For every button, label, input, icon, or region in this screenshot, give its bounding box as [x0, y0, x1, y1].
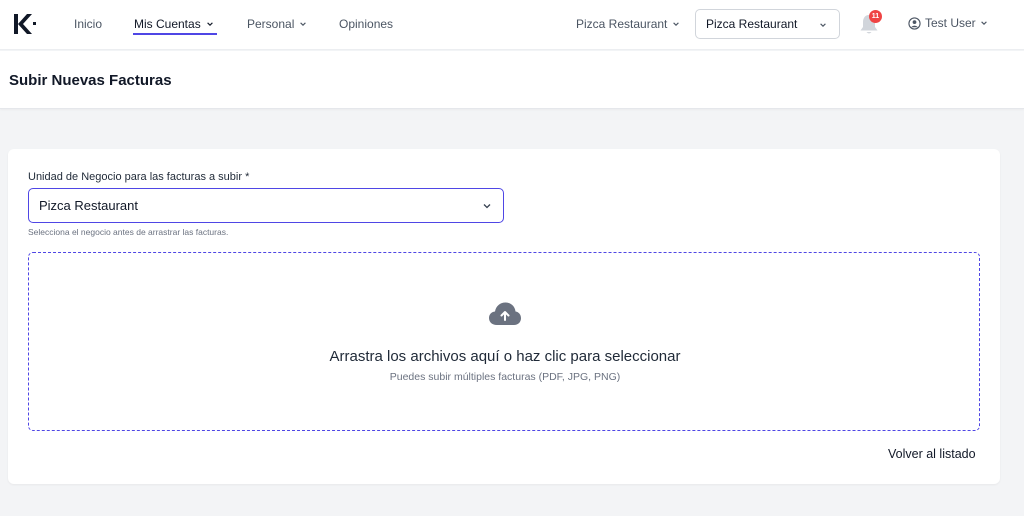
file-dropzone[interactable]: Arrastra los archivos aquí o haz clic pa…	[28, 252, 980, 431]
business-select-value: Pizca Restaurant	[706, 17, 798, 31]
chevron-down-icon	[673, 22, 680, 26]
page-header: Subir Nuevas Facturas	[0, 51, 1024, 109]
chevron-down-icon	[483, 204, 491, 209]
nav-item-mis-cuentas[interactable]: Mis Cuentas	[134, 17, 214, 31]
nav-item-opiniones[interactable]: Opiniones	[339, 17, 393, 31]
chevron-down-icon	[980, 21, 987, 25]
logo-icon[interactable]	[12, 12, 38, 36]
nav-item-personal[interactable]: Personal	[247, 17, 307, 31]
user-menu[interactable]: Test User	[908, 16, 988, 30]
business-select[interactable]: Pizca Restaurant	[695, 9, 840, 39]
dropzone-subtitle: Puedes subir múltiples facturas (PDF, JP…	[389, 371, 621, 383]
business-unit-select-value: Pizca Restaurant	[39, 198, 138, 213]
active-tab-indicator	[133, 33, 217, 35]
chevron-down-icon	[206, 22, 213, 26]
nav-item-inicio[interactable]: Inicio	[74, 17, 102, 31]
page-title: Subir Nuevas Facturas	[9, 72, 172, 89]
business-unit-label: Unidad de Negocio para las facturas a su…	[28, 171, 250, 183]
top-navbar: Inicio Mis Cuentas Personal Opiniones Pi…	[0, 0, 1024, 50]
notification-badge: 11	[869, 10, 882, 23]
restaurant-menu-label: Pizca Restaurant	[576, 17, 668, 31]
cloud-upload-icon	[489, 302, 521, 325]
chevron-down-icon	[820, 23, 826, 27]
nav-item-label: Inicio	[74, 17, 103, 31]
back-to-list-link[interactable]: Volver al listado	[888, 447, 976, 461]
business-unit-select[interactable]: Pizca Restaurant	[28, 188, 504, 223]
chevron-down-icon	[300, 22, 307, 26]
nav-item-label: Opiniones	[339, 17, 394, 31]
nav-item-label: Personal	[247, 17, 295, 31]
business-unit-helper: Selecciona el negocio antes de arrastrar…	[28, 227, 229, 237]
restaurant-menu[interactable]: Pizca Restaurant	[576, 17, 680, 31]
upload-card: Unidad de Negocio para las facturas a su…	[8, 149, 1000, 484]
user-circle-icon	[908, 16, 921, 30]
nav-item-label: Mis Cuentas	[134, 17, 201, 31]
dropzone-title: Arrastra los archivos aquí o haz clic pa…	[329, 348, 681, 365]
user-name: Test User	[925, 16, 976, 30]
